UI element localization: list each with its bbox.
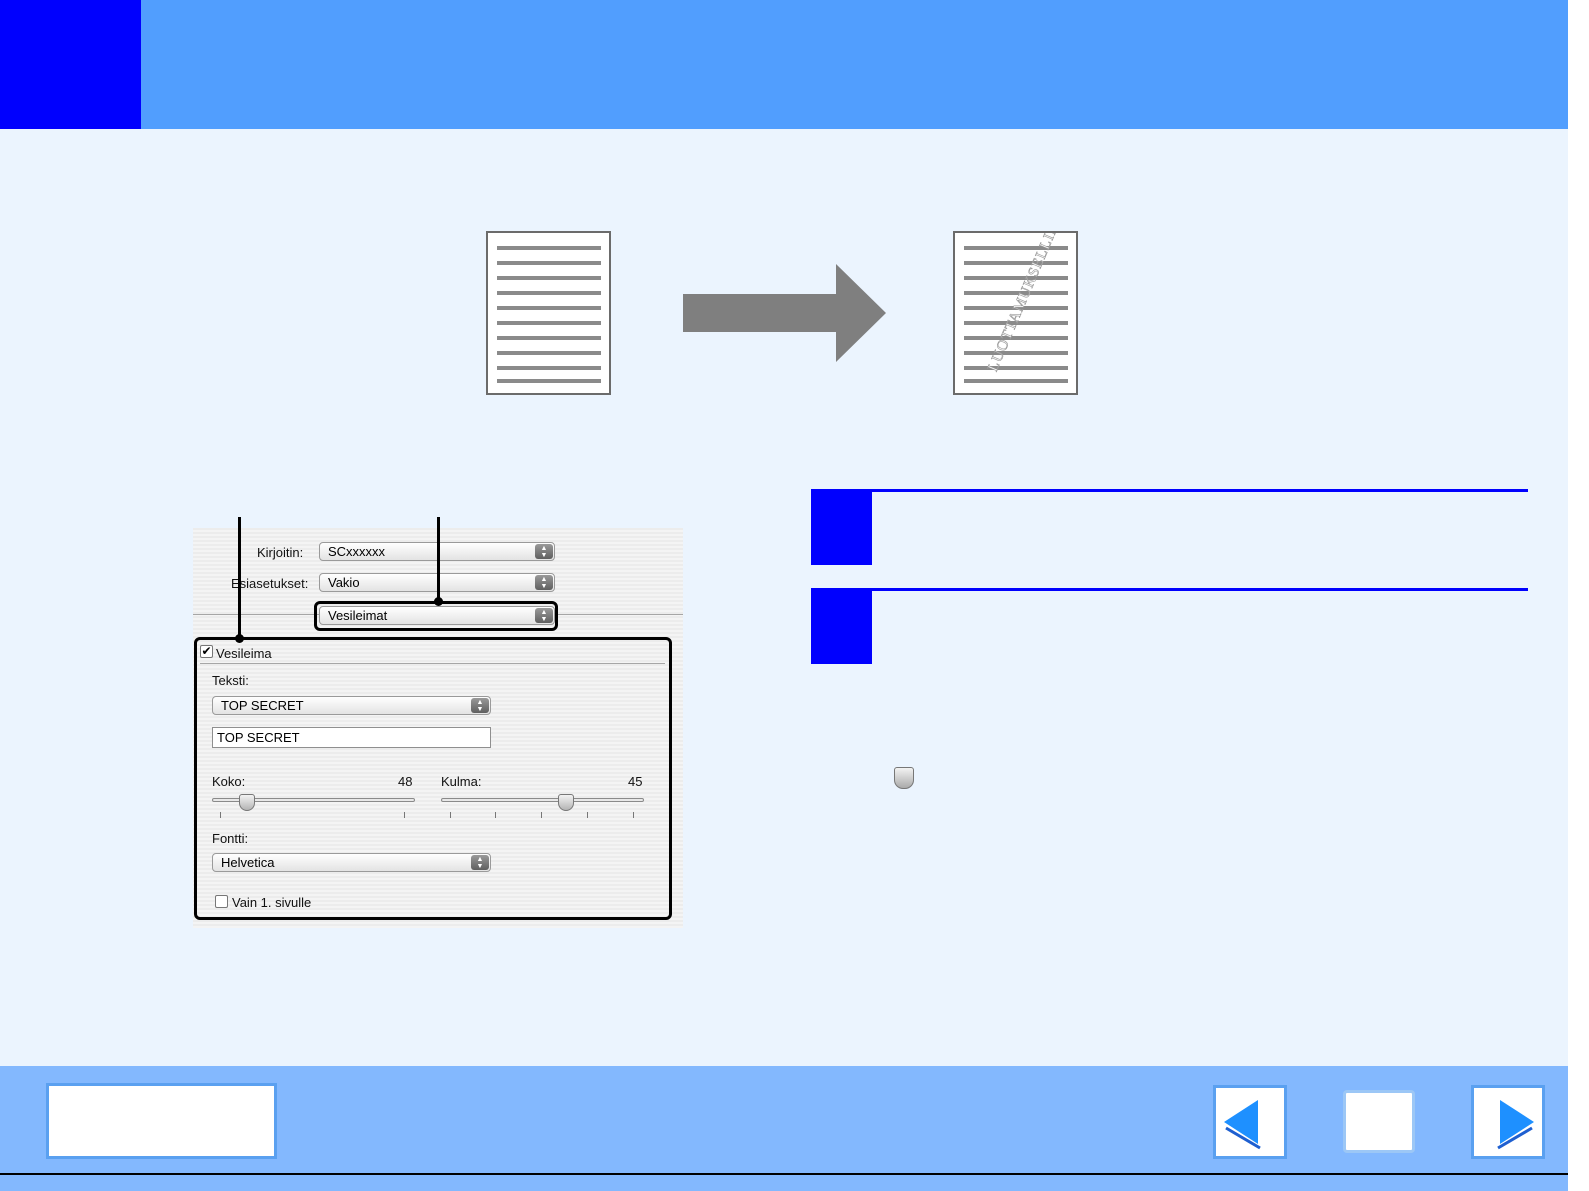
home-button[interactable]: [1343, 1090, 1415, 1153]
previous-page-button[interactable]: [1213, 1085, 1287, 1159]
original-page-icon: [486, 231, 611, 395]
right-arrow-icon: [683, 264, 886, 362]
presets-label: Esiasetukset:: [231, 576, 309, 591]
page-edge: [1568, 0, 1589, 1191]
callout-line-2: [437, 517, 440, 601]
step-2-marker: [811, 590, 872, 664]
footer-rule: [0, 1173, 1568, 1175]
next-page-button[interactable]: [1471, 1085, 1545, 1159]
presets-select-value: Vakio: [328, 575, 360, 590]
callout-dot-2: [434, 597, 443, 606]
callout-line-1: [238, 517, 241, 637]
contents-button[interactable]: [46, 1083, 277, 1159]
popup-arrows-icon: ▲ ▼: [535, 544, 553, 559]
printer-select-value: SCxxxxxx: [328, 544, 386, 559]
step-1-marker: [811, 491, 872, 565]
step-1-bar: [811, 489, 1528, 492]
watermarked-page-icon: LUOTTAMUKSELLINEN: [953, 231, 1078, 395]
popup-arrows-icon: ▲ ▼: [535, 575, 553, 590]
slider-thumb-icon: [894, 767, 914, 789]
left-arrow-icon: [1224, 1100, 1261, 1150]
step-2-bar: [811, 588, 1528, 591]
watermark-group-highlight: [194, 637, 672, 920]
right-arrow-icon: [1497, 1100, 1534, 1150]
header-accent-block: [0, 0, 141, 129]
printer-label: Kirjoitin:: [257, 545, 304, 560]
watermark-text: LUOTTAMUKSELLINEN: [985, 231, 1072, 374]
header-bar: [0, 0, 1568, 129]
callout-dot-1: [235, 634, 244, 643]
